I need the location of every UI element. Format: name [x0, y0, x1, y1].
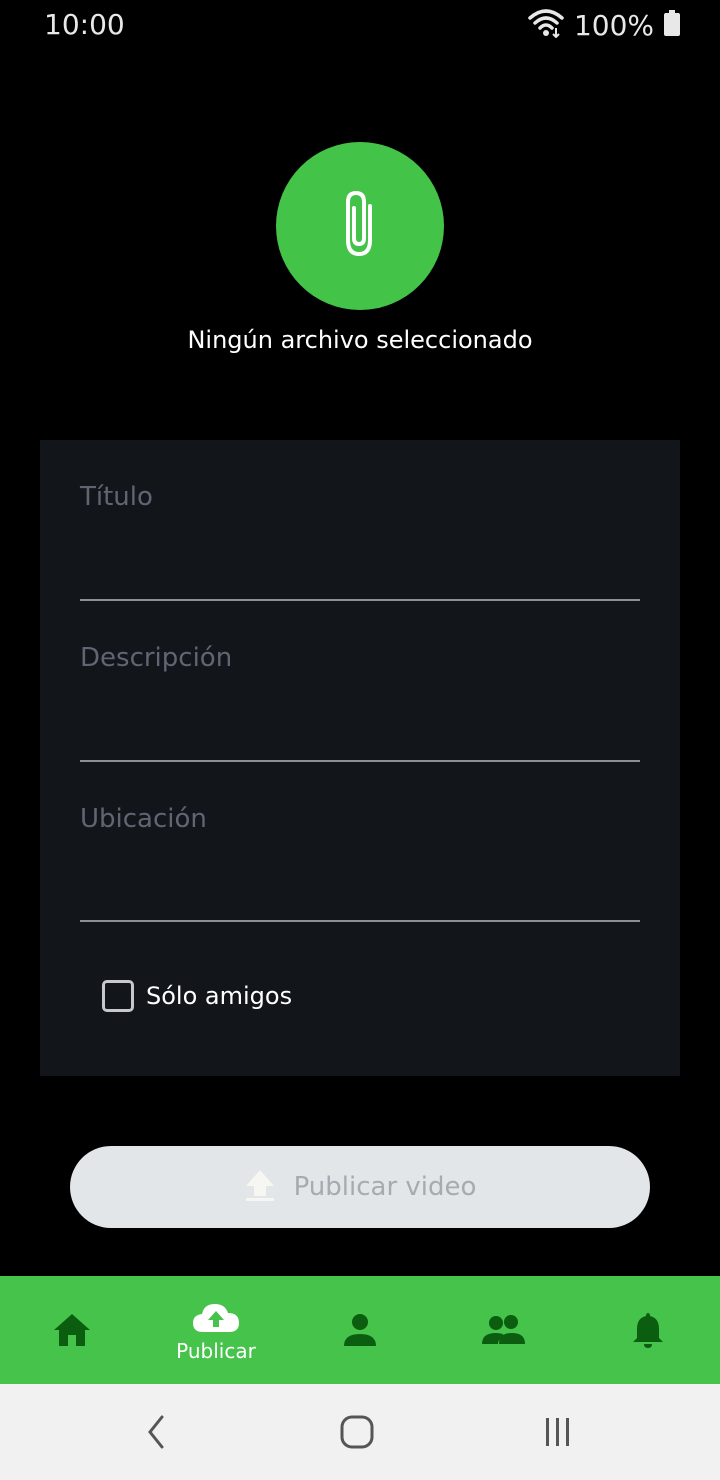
description-field[interactable]: Descripción: [80, 601, 640, 762]
upload-screen: 10:00 100% Ningún archivo seleccionado T…: [0, 0, 720, 1480]
publish-video-label: Publicar video: [293, 1172, 477, 1202]
friends-only-option[interactable]: Sólo amigos: [102, 980, 292, 1012]
people-icon: [481, 1310, 527, 1350]
publish-video-button[interactable]: Publicar video: [70, 1146, 650, 1228]
attach-file-button[interactable]: [276, 142, 444, 310]
status-bar: 10:00 100%: [0, 0, 720, 50]
bottom-navigation: Publicar: [0, 1276, 720, 1384]
location-placeholder: Ubicación: [80, 804, 207, 834]
nav-publish-label: Publicar: [176, 1339, 256, 1363]
nav-home[interactable]: [0, 1276, 144, 1384]
person-icon: [342, 1310, 378, 1350]
battery-percentage: 100%: [573, 8, 654, 42]
status-time: 10:00: [44, 8, 125, 41]
nav-profile[interactable]: [288, 1276, 432, 1384]
location-field[interactable]: Ubicación: [80, 762, 640, 922]
nav-notifications[interactable]: [576, 1276, 720, 1384]
friends-only-label: Sólo amigos: [146, 982, 293, 1010]
bell-icon: [631, 1310, 665, 1350]
back-icon[interactable]: [136, 1412, 176, 1452]
upload-icon: [244, 1168, 276, 1206]
cloud-upload-icon: [191, 1297, 241, 1337]
recents-icon[interactable]: [538, 1412, 578, 1452]
home-circle-icon[interactable]: [337, 1412, 377, 1452]
nav-friends[interactable]: [432, 1276, 576, 1384]
battery-icon: [664, 10, 680, 40]
nav-publish[interactable]: Publicar: [144, 1276, 288, 1384]
home-icon: [52, 1310, 92, 1350]
title-field[interactable]: Título: [80, 440, 640, 601]
system-navigation: [0, 1384, 720, 1480]
friends-only-checkbox[interactable]: [102, 980, 134, 1012]
file-status-text: Ningún archivo seleccionado: [187, 326, 533, 354]
upload-form: Título Descripción Ubicación Sólo amigos: [40, 440, 680, 1076]
status-right: 100%: [528, 8, 680, 42]
title-placeholder: Título: [80, 482, 153, 512]
description-placeholder: Descripción: [80, 643, 233, 673]
paperclip-icon: [338, 188, 382, 264]
wifi-icon: [528, 8, 564, 42]
